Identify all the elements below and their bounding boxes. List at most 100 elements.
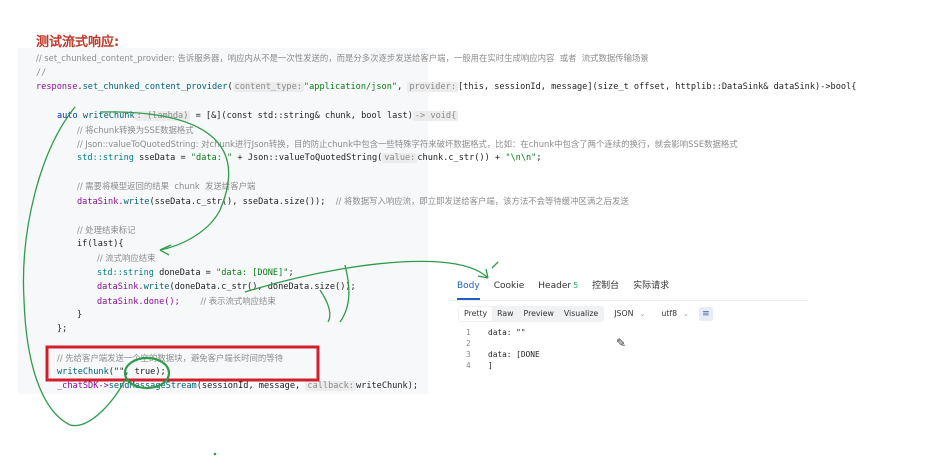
type-name: std::string bbox=[97, 268, 154, 278]
code-text: doneData = bbox=[153, 268, 217, 278]
identifier: dataSink. bbox=[77, 197, 124, 207]
line-number: 2 bbox=[466, 339, 471, 348]
code-text: ; bbox=[288, 268, 294, 278]
comment: // set_chunked_content_provider: 告诉服务器，响… bbox=[36, 53, 649, 63]
view-visualize-button[interactable]: Visualize bbox=[559, 307, 603, 321]
code-text: if(last){ bbox=[77, 239, 124, 249]
code-text: } bbox=[77, 310, 83, 320]
code-line-20: _chatSDK->sendMessageStream(sessionId, m… bbox=[57, 381, 418, 392]
code-text: sseData = bbox=[133, 153, 191, 163]
response-text: ] bbox=[488, 361, 493, 370]
code-editor bbox=[18, 48, 428, 394]
identifier: response bbox=[36, 82, 78, 92]
code-line-7: std::string sseData = "data: " + Json::v… bbox=[77, 153, 542, 164]
response-tabs: Body Cookie Header 5 控制台 实际请求 bbox=[450, 272, 808, 301]
view-pretty-button[interactable]: Pretty bbox=[459, 307, 493, 321]
header-count-badge: 5 bbox=[573, 281, 579, 290]
identifier: dataSink. bbox=[97, 282, 144, 292]
code-text: dataSink.done(); bbox=[97, 297, 180, 307]
string-literal: "\n\n" bbox=[505, 153, 537, 163]
code-line-10: // 处理结束标记 bbox=[77, 225, 136, 237]
response-line: 3 data: [DONE bbox=[466, 349, 540, 360]
function-name: sendMessageStream bbox=[108, 381, 197, 391]
comment: // 需要将模型返回的结果 chunk 发送给客户端 bbox=[77, 181, 256, 191]
function-name: write bbox=[143, 282, 170, 292]
code-text: = [&](const std::string& chunk, bool las… bbox=[190, 111, 413, 121]
tab-label: Body bbox=[457, 281, 480, 291]
type-hint: : (lambda) bbox=[134, 111, 191, 121]
tab-actual-request[interactable]: 实际请求 bbox=[626, 272, 676, 300]
tab-label: Cookie bbox=[493, 281, 525, 291]
response-text: data: "" bbox=[488, 328, 526, 337]
tab-console[interactable]: 控制台 bbox=[585, 272, 626, 300]
function-name: set_chunked_content_provider bbox=[82, 82, 228, 92]
encoding-select[interactable]: utf8 ⌄ bbox=[655, 307, 695, 321]
comment: // 将chunk转换为SSE数据格式 bbox=[77, 125, 194, 135]
code-text: writeChunk); bbox=[355, 381, 419, 391]
view-mode-switch: Pretty Raw Preview Visualize bbox=[458, 306, 605, 322]
response-line: 4] bbox=[466, 360, 493, 371]
code-text: ("", true); bbox=[108, 367, 166, 377]
tab-body[interactable]: Body bbox=[450, 272, 487, 300]
param-hint: content_type: bbox=[232, 82, 304, 92]
code-line-11: if(last){ bbox=[77, 239, 124, 250]
keyword: auto bbox=[57, 111, 78, 121]
code-line-18: // 先给客户端发送一个空的数据块，避免客户端长时间的等待 bbox=[57, 353, 283, 365]
function-name: writeChunk bbox=[82, 111, 135, 121]
response-toolbar: Pretty Raw Preview Visualize JSON ⌄ utf8 ⌄… bbox=[458, 306, 713, 322]
type-hint: -> void{ bbox=[412, 111, 459, 121]
comment: // 表示流式响应结束 bbox=[200, 296, 276, 306]
pencil-cursor-icon: ✎ bbox=[616, 336, 627, 350]
function-name: writeChunk bbox=[57, 367, 109, 377]
code-line-16: } bbox=[77, 310, 82, 321]
format-select[interactable]: JSON ⌄ bbox=[608, 307, 651, 321]
view-raw-button[interactable]: Raw bbox=[492, 307, 518, 321]
green-dot bbox=[213, 452, 217, 456]
comment: // 先给客户端发送一个空的数据块，避免客户端长时间的等待 bbox=[57, 353, 284, 363]
function-name: write bbox=[123, 197, 150, 207]
code-line-5: // 将chunk转换为SSE数据格式 bbox=[77, 125, 194, 137]
response-panel: Body Cookie Header 5 控制台 实际请求 Pretty Raw … bbox=[450, 272, 808, 400]
code-line-14: dataSink.write(doneData.c_str(), doneDat… bbox=[97, 282, 356, 293]
code-line-1: // set_chunked_content_provider: 告诉服务器，响… bbox=[36, 53, 649, 65]
code-line-2: // bbox=[36, 68, 46, 79]
comment: // 将数据写入响应流，即立即发送给客户端，该方法不会等待缓冲区满之后发送 bbox=[335, 196, 629, 206]
line-number: 3 bbox=[466, 350, 471, 359]
view-preview-button[interactable]: Preview bbox=[519, 307, 559, 321]
code-line-6: // Json::valueToQuotedString: 对chunk进行Js… bbox=[77, 139, 738, 151]
comment: // 流式响应结束 bbox=[97, 253, 156, 263]
code-line-19: writeChunk("", true); bbox=[57, 367, 166, 378]
comment: // 处理结束标记 bbox=[77, 225, 136, 235]
param-hint: provider: bbox=[407, 82, 458, 92]
tab-header[interactable]: Header 5 bbox=[531, 272, 585, 300]
code-text: (doneData.c_str(), doneData.size()); bbox=[169, 282, 356, 292]
param-hint: value: bbox=[382, 153, 418, 163]
format-value: JSON bbox=[614, 309, 634, 318]
identifier: _chatSDK-> bbox=[57, 381, 109, 391]
response-text: data: [DONE bbox=[488, 350, 540, 359]
code-text: ; bbox=[536, 153, 542, 163]
code-text: + bbox=[489, 153, 506, 163]
tab-label: Header bbox=[538, 281, 572, 291]
comment: // Json::valueToQuotedString: 对chunk进行Js… bbox=[77, 139, 738, 149]
code-line-8: // 需要将模型返回的结果 chunk 发送给客户端 bbox=[77, 181, 255, 193]
string-literal: "data: [DONE]" bbox=[216, 268, 289, 278]
code-line-3: response.set_chunked_content_provider(co… bbox=[36, 82, 857, 92]
line-number: 1 bbox=[466, 328, 471, 337]
code-text: chunk.c_str()) bbox=[417, 153, 490, 163]
code-line-9: dataSink.write(sseData.c_str(), sseData.… bbox=[77, 196, 629, 208]
response-line: 1 data: "" bbox=[466, 327, 526, 338]
code-text: + Json::valueToQuotedString( bbox=[232, 153, 383, 163]
code-line-12: // 流式响应结束 bbox=[97, 253, 156, 265]
tab-cookie[interactable]: Cookie bbox=[487, 272, 532, 300]
encoding-value: utf8 bbox=[661, 309, 678, 318]
code-text: (sseData.c_str(), sseData.size()); bbox=[149, 197, 326, 207]
line-number: 4 bbox=[466, 361, 471, 370]
tab-label: 控制台 bbox=[592, 281, 620, 291]
comment: // bbox=[36, 68, 47, 78]
code-text: (sessionId, message, bbox=[196, 381, 301, 391]
wrap-lines-icon[interactable]: ≡ bbox=[698, 307, 713, 321]
code-line-17: }; bbox=[57, 324, 67, 335]
code-line-15: dataSink.done(); // 表示流式响应结束 bbox=[97, 296, 276, 308]
param-hint: callback: bbox=[305, 381, 356, 391]
